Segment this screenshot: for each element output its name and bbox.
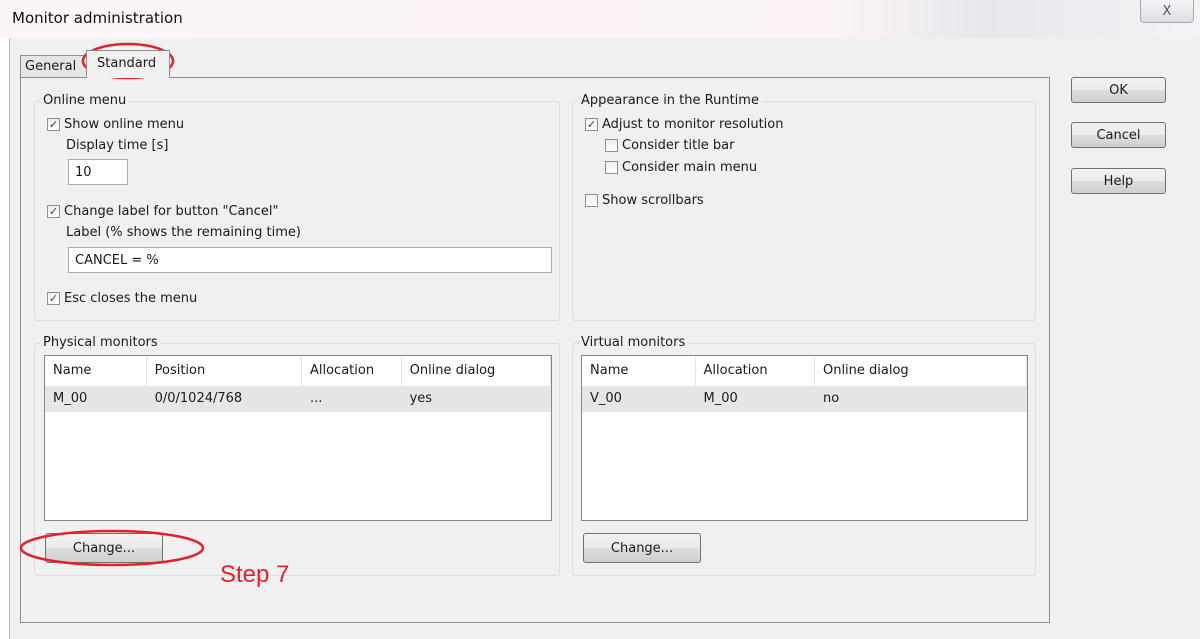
virtual-monitors-list[interactable]: Name Allocation Online dialog V_00 M_00 … — [581, 355, 1028, 521]
esc-closes-menu-checkbox[interactable]: ✓ Esc closes the menu — [47, 291, 197, 306]
consider-title-bar-checkbox[interactable]: Consider title bar — [605, 138, 735, 153]
column-header-name[interactable]: Name — [582, 356, 696, 386]
online-menu-legend: Online menu — [41, 93, 129, 109]
tab-general-label: General — [25, 59, 77, 74]
unchecked-box-icon — [605, 139, 618, 152]
step-annotation-label: Step 7 — [220, 561, 290, 588]
check-icon: ✓ — [47, 205, 60, 218]
window-title: Monitor administration — [12, 9, 183, 27]
display-time-input[interactable]: 10 — [68, 159, 128, 185]
column-header-allocation[interactable]: Allocation — [302, 356, 402, 386]
show-scrollbars-label: Show scrollbars — [602, 193, 704, 208]
cell-online-dialog: no — [822, 391, 840, 406]
show-online-menu-label: Show online menu — [64, 117, 185, 132]
help-button[interactable]: Help — [1071, 168, 1166, 194]
label-hint: Label (% shows the remaining time) — [66, 225, 301, 240]
ok-button[interactable]: OK — [1071, 77, 1166, 103]
adjust-resolution-label: Adjust to monitor resolution — [602, 117, 784, 132]
tab-general[interactable]: General — [20, 55, 90, 77]
virtual-change-button[interactable]: Change... — [583, 533, 701, 563]
column-header-online-dialog[interactable]: Online dialog — [815, 356, 1027, 386]
cell-position: 0/0/1024/768 — [154, 391, 243, 406]
column-header-name[interactable]: Name — [45, 356, 147, 386]
cell-name: V_00 — [590, 391, 622, 406]
table-row[interactable]: M_00 0/0/1024/768 ... yes — [45, 386, 551, 412]
change-cancel-label-checkbox[interactable]: ✓ Change label for button "Cancel" — [47, 204, 279, 219]
tab-standard[interactable]: Standard — [86, 50, 170, 78]
list-header: Name Position Allocation Online dialog — [45, 356, 551, 386]
consider-title-bar-label: Consider title bar — [622, 138, 735, 153]
cancel-button[interactable]: Cancel — [1071, 122, 1166, 148]
cancel-label-input[interactable]: CANCEL = % — [68, 247, 552, 273]
show-online-menu-checkbox[interactable]: ✓ Show online menu — [47, 117, 184, 132]
title-bar: Monitor administration X — [0, 0, 1200, 38]
table-row[interactable]: V_00 M_00 no — [582, 386, 1027, 412]
cell-name: M_00 — [53, 391, 88, 406]
check-icon: ✓ — [585, 118, 598, 131]
virtual-monitors-legend: Virtual monitors — [579, 335, 688, 351]
consider-main-menu-label: Consider main menu — [622, 160, 758, 175]
esc-closes-menu-label: Esc closes the menu — [64, 291, 198, 306]
column-header-position[interactable]: Position — [147, 356, 302, 386]
unchecked-box-icon — [585, 194, 598, 207]
physical-monitors-list[interactable]: Name Position Allocation Online dialog M… — [44, 355, 552, 521]
tab-standard-label: Standard — [97, 56, 157, 71]
adjust-resolution-checkbox[interactable]: ✓ Adjust to monitor resolution — [585, 117, 784, 132]
check-icon: ✓ — [47, 292, 60, 305]
unchecked-box-icon — [605, 161, 618, 174]
physical-monitors-legend: Physical monitors — [41, 335, 160, 351]
close-icon: X — [1162, 3, 1172, 19]
column-header-allocation[interactable]: Allocation — [696, 356, 815, 386]
consider-main-menu-checkbox[interactable]: Consider main menu — [605, 160, 757, 175]
list-header: Name Allocation Online dialog — [582, 356, 1027, 386]
change-cancel-label-text: Change label for button "Cancel" — [64, 204, 279, 219]
display-time-label: Display time [s] — [66, 138, 169, 153]
show-scrollbars-checkbox[interactable]: Show scrollbars — [585, 193, 704, 208]
cell-allocation: M_00 — [703, 391, 738, 406]
appearance-group: Appearance in the Runtime — [572, 93, 1036, 321]
close-button[interactable]: X — [1140, 0, 1194, 23]
column-header-online-dialog[interactable]: Online dialog — [402, 356, 551, 386]
appearance-legend: Appearance in the Runtime — [579, 93, 761, 109]
cell-online-dialog: yes — [409, 391, 433, 406]
cell-allocation: ... — [309, 391, 323, 406]
check-icon: ✓ — [47, 118, 60, 131]
physical-change-button[interactable]: Change... — [45, 533, 163, 563]
window-left-border — [9, 38, 10, 639]
